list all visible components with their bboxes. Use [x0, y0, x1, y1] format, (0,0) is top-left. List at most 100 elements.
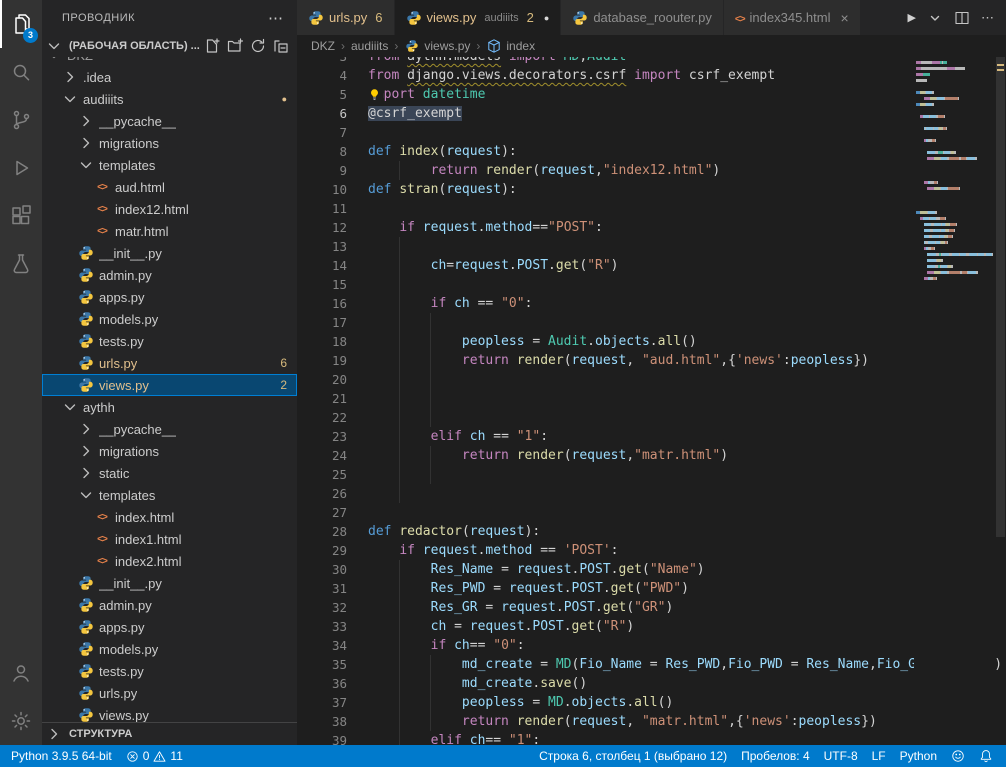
tree-item-templates[interactable]: templates	[42, 154, 297, 176]
tree-item-tests-py[interactable]: tests.py	[42, 330, 297, 352]
tab-views-py[interactable]: views.pyaudiiits2●	[395, 0, 562, 35]
status-notifications[interactable]	[972, 745, 1000, 767]
tree-item-index-html[interactable]: <>index.html	[42, 506, 297, 528]
code-line[interactable]: 27	[297, 503, 1006, 522]
tree-item-index2-html[interactable]: <>index2.html	[42, 550, 297, 572]
status-eol[interactable]: LF	[865, 745, 893, 767]
code-line[interactable]: 5import datetime	[297, 85, 1006, 104]
code-line[interactable]: 3from aythh.models import MD,Audit	[297, 57, 1006, 66]
code-line[interactable]: 23 elif ch == "1":	[297, 427, 1006, 446]
code-line[interactable]: 17	[297, 313, 1006, 332]
extensions-icon[interactable]	[0, 192, 42, 240]
run-debug-icon[interactable]	[0, 144, 42, 192]
code-line[interactable]: 19 return render(request, "aud.html",{'n…	[297, 351, 1006, 370]
run-icon[interactable]: ▶	[908, 11, 916, 24]
code-line[interactable]: 35 md_create = MD(Fio_Name = Res_PWD,Fio…	[297, 655, 1006, 674]
code-line[interactable]: 14 ch=request.POST.get("R")	[297, 256, 1006, 275]
code-line[interactable]: 36 md_create.save()	[297, 674, 1006, 693]
run-dropdown-icon[interactable]	[927, 10, 943, 26]
settings-icon[interactable]	[0, 697, 42, 745]
tree-item-views-py[interactable]: views.py	[42, 704, 297, 722]
dirty-dot-icon[interactable]: ●	[544, 13, 549, 23]
code-line[interactable]: 29 if request.method == 'POST':	[297, 541, 1006, 560]
tree-item-audiiits[interactable]: audiiits●	[42, 88, 297, 110]
code-line[interactable]: 7	[297, 123, 1006, 142]
minimap[interactable]	[914, 57, 995, 745]
status-encoding[interactable]: UTF-8	[817, 745, 865, 767]
code-line[interactable]: 39 elif ch== "1":	[297, 731, 1006, 745]
refresh-icon[interactable]	[250, 38, 266, 54]
split-editor-icon[interactable]	[954, 10, 970, 26]
tree-item-admin-py[interactable]: admin.py	[42, 264, 297, 286]
account-icon[interactable]	[0, 649, 42, 697]
breadcrumb-item[interactable]: views.py	[404, 38, 470, 54]
tree-item-static[interactable]: static	[42, 462, 297, 484]
breadcrumb-item[interactable]: index	[486, 38, 535, 54]
lightbulb-icon[interactable]	[365, 85, 383, 104]
tab-urls-py[interactable]: urls.py6	[297, 0, 395, 35]
code-line[interactable]: 26	[297, 484, 1006, 503]
tree-item-migrations[interactable]: migrations	[42, 440, 297, 462]
close-icon[interactable]: ×	[841, 11, 849, 25]
new-folder-icon[interactable]	[227, 38, 243, 54]
code-line[interactable]: 15	[297, 275, 1006, 294]
code-line[interactable]: 32 Res_GR = request.POST.get("GR")	[297, 598, 1006, 617]
code-line[interactable]: 8def index(request):	[297, 142, 1006, 161]
tree-item--init-py[interactable]: __init__.py	[42, 242, 297, 264]
scrollbar-thumb[interactable]	[996, 57, 1005, 537]
code-line[interactable]: 12 if request.method=="POST":	[297, 218, 1006, 237]
more-actions-icon[interactable]: ⋯	[268, 9, 283, 27]
code-line[interactable]: 16 if ch == "0":	[297, 294, 1006, 313]
tree-item-templates[interactable]: templates	[42, 484, 297, 506]
status-problems[interactable]: 011	[119, 745, 190, 767]
tab-index345-html[interactable]: <>index345.html×	[724, 0, 861, 35]
code-line[interactable]: 24 return render(request,"matr.html")	[297, 446, 1006, 465]
tree-item-models-py[interactable]: models.py	[42, 638, 297, 660]
tab-database-roouter-py[interactable]: database_roouter.py	[561, 0, 724, 35]
code-line[interactable]: 38 return render(request, "matr.html",{'…	[297, 712, 1006, 731]
outline-section-header[interactable]: СТРУКТУРА	[42, 722, 297, 745]
breadcrumb-item[interactable]: DKZ	[311, 39, 335, 53]
code-line[interactable]: 11	[297, 199, 1006, 218]
code-line[interactable]: 28def redactor(request):	[297, 522, 1006, 541]
code-line[interactable]: 13	[297, 237, 1006, 256]
tree-item-apps-py[interactable]: apps.py	[42, 616, 297, 638]
status-feedback[interactable]	[944, 745, 972, 767]
explorer-icon[interactable]: 3	[0, 0, 42, 48]
tree-item--pycache-[interactable]: __pycache__	[42, 418, 297, 440]
code-editor[interactable]: 3from aythh.models import MD,Audit4from …	[297, 57, 1006, 745]
vertical-scrollbar[interactable]	[995, 57, 1006, 745]
tree-item-views-py[interactable]: views.py2	[42, 374, 297, 396]
tree-item-models-py[interactable]: models.py	[42, 308, 297, 330]
code-line[interactable]: 10def stran(request):	[297, 180, 1006, 199]
code-line[interactable]: 20	[297, 370, 1006, 389]
tree-item-index1-html[interactable]: <>index1.html	[42, 528, 297, 550]
status-cursor-position[interactable]: Строка 6, столбец 1 (выбрано 12)	[532, 745, 734, 767]
code-line[interactable]: 6@csrf_exempt	[297, 104, 1006, 123]
tree-item-aud-html[interactable]: <>aud.html	[42, 176, 297, 198]
tree-item-urls-py[interactable]: urls.py6	[42, 352, 297, 374]
code-line[interactable]: 34 if ch== "0":	[297, 636, 1006, 655]
collapse-all-icon[interactable]	[273, 38, 289, 54]
code-line[interactable]: 21	[297, 389, 1006, 408]
source-control-icon[interactable]	[0, 96, 42, 144]
status-python-interpreter[interactable]: Python 3.9.5 64-bit	[4, 745, 119, 767]
code-line[interactable]: 4from django.views.decorators.csrf impor…	[297, 66, 1006, 85]
status-indentation[interactable]: Пробелов: 4	[734, 745, 817, 767]
workspace-section-header[interactable]: (РАБОЧАЯ ОБЛАСТЬ) ...	[42, 35, 297, 57]
code-line[interactable]: 22	[297, 408, 1006, 427]
code-line[interactable]: 30 Res_Name = request.POST.get("Name")	[297, 560, 1006, 579]
code-line[interactable]: 18 peopless = Audit.objects.all()	[297, 332, 1006, 351]
breadcrumb-item[interactable]: audiiits	[351, 39, 388, 53]
tree-item-migrations[interactable]: migrations	[42, 132, 297, 154]
tree-item-aythh[interactable]: aythh	[42, 396, 297, 418]
search-icon[interactable]	[0, 48, 42, 96]
tree-item-admin-py[interactable]: admin.py	[42, 594, 297, 616]
tree-item--init-py[interactable]: __init__.py	[42, 572, 297, 594]
tree-item-dkz[interactable]: DKZ	[42, 57, 297, 66]
tree-item--idea[interactable]: .idea	[42, 66, 297, 88]
tree-item-matr-html[interactable]: <>matr.html	[42, 220, 297, 242]
code-line[interactable]: 37 peopless = MD.objects.all()	[297, 693, 1006, 712]
new-file-icon[interactable]	[204, 38, 220, 54]
tree-item-index12-html[interactable]: <>index12.html	[42, 198, 297, 220]
